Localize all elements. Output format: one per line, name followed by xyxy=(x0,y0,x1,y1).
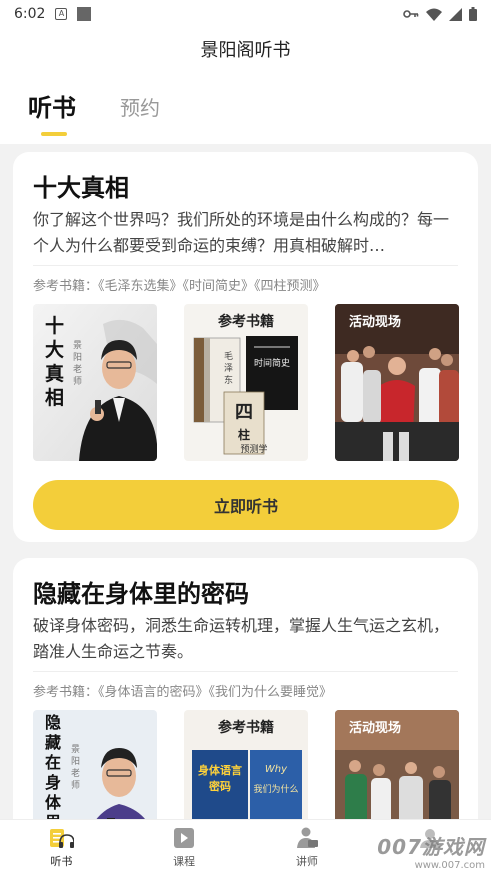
page-title: 景阳阁听书 xyxy=(0,28,491,74)
card-description: 破译身体密码，洞悉生命运转机理，掌握人生气运之玄机，踏准人生命运之节奏。 xyxy=(33,616,450,661)
reference-books-image[interactable]: 参考书籍 毛 泽 东 时间简史 四 柱 预测学 xyxy=(184,304,308,461)
tab-indicator xyxy=(41,132,67,136)
nav-label: 听书 xyxy=(50,855,73,868)
card-title: 十大真相 xyxy=(33,174,129,202)
nav-label: 讲师 xyxy=(295,855,318,868)
svg-text:老: 老 xyxy=(71,767,80,779)
svg-text:身: 身 xyxy=(45,773,61,792)
event-caption: 活动现场 xyxy=(349,314,401,330)
status-indicators xyxy=(403,7,477,21)
svg-text:参考书籍: 参考书籍 xyxy=(218,719,274,736)
tab-listen[interactable]: 听书 xyxy=(28,88,76,123)
svg-text:活动现场: 活动现场 xyxy=(349,720,401,736)
svg-text:景: 景 xyxy=(73,340,82,351)
svg-text:师: 师 xyxy=(73,375,82,387)
svg-text:四: 四 xyxy=(235,402,253,423)
signal-icon xyxy=(449,7,462,21)
svg-text:时间简史: 时间简史 xyxy=(254,357,290,369)
svg-text:隐: 隐 xyxy=(45,713,61,732)
svg-text:大: 大 xyxy=(45,338,64,361)
cover-title-char: 十 xyxy=(45,314,64,337)
svg-text:柱: 柱 xyxy=(238,427,250,442)
books-caption: 参考书籍 xyxy=(218,313,274,330)
svg-text:在: 在 xyxy=(45,753,61,772)
event-photo-image[interactable]: 活动现场 xyxy=(335,304,459,461)
status-bar: 6:02 A xyxy=(0,0,491,28)
svg-text:师: 师 xyxy=(71,779,80,791)
svg-text:密码: 密码 xyxy=(209,779,231,793)
svg-text:我们为什么: 我们为什么 xyxy=(253,783,298,795)
svg-text:身体语言: 身体语言 xyxy=(198,763,242,777)
tab-reserve[interactable]: 预约 xyxy=(120,92,160,121)
svg-text:真: 真 xyxy=(45,362,64,385)
svg-text:老: 老 xyxy=(73,363,82,375)
svg-text:景: 景 xyxy=(71,744,80,755)
lecturer-icon xyxy=(296,827,318,848)
teacher-cover-image[interactable]: 十 大 真 相 景 阳 老 师 xyxy=(33,304,157,461)
svg-text:东: 东 xyxy=(224,374,233,386)
svg-text:预测学: 预测学 xyxy=(240,443,267,455)
watermark-url: www.007.com xyxy=(414,860,485,871)
svg-text:相: 相 xyxy=(45,387,64,409)
wifi-icon xyxy=(426,8,442,21)
card-title: 隐藏在身体里的密码 xyxy=(33,580,249,608)
nav-lecturers[interactable]: 讲师 xyxy=(246,820,369,874)
book-headphones-icon xyxy=(50,829,75,848)
status-time: 6:02 xyxy=(14,6,46,22)
battery-icon xyxy=(469,7,477,21)
svg-text:阳: 阳 xyxy=(71,756,80,767)
reference-books: 参考书籍：《毛泽东选集》《时间简史》《四柱预测》 xyxy=(33,279,326,294)
svg-text:藏: 藏 xyxy=(45,733,61,752)
svg-text:泽: 泽 xyxy=(224,363,233,374)
svg-text:体: 体 xyxy=(45,793,62,812)
svg-text:Why: Why xyxy=(265,764,288,775)
divider xyxy=(33,671,458,672)
card-description: 你了解这个世界吗？我们所处的环境是由什么构成的？每一个人为什么都要受到命运的束缚… xyxy=(33,210,450,255)
nav-label: 课程 xyxy=(173,855,196,868)
reference-books: 参考书籍：《身体语言的密码》《我们为什么要睡觉》 xyxy=(33,685,333,700)
tab-bar: 听书 预约 xyxy=(0,74,491,144)
nav-courses[interactable]: 课程 xyxy=(123,820,246,874)
notification-square-icon xyxy=(77,7,92,21)
svg-text:阳: 阳 xyxy=(73,352,82,363)
divider xyxy=(33,265,458,266)
notification-a-icon: A xyxy=(55,8,68,20)
watermark-main: 007游戏网 xyxy=(377,835,485,859)
listen-now-button[interactable]: 立即听书 xyxy=(33,480,459,530)
audiobook-card[interactable]: 十大真相 你了解这个世界吗？我们所处的环境是由什么构成的？每一个人为什么都要受到… xyxy=(13,152,478,542)
nav-listen[interactable]: 听书 xyxy=(0,820,123,874)
site-watermark: 007游戏网 www.007.com xyxy=(365,831,485,871)
svg-text:毛: 毛 xyxy=(224,350,233,362)
video-play-icon xyxy=(174,828,195,848)
key-icon xyxy=(403,10,419,18)
